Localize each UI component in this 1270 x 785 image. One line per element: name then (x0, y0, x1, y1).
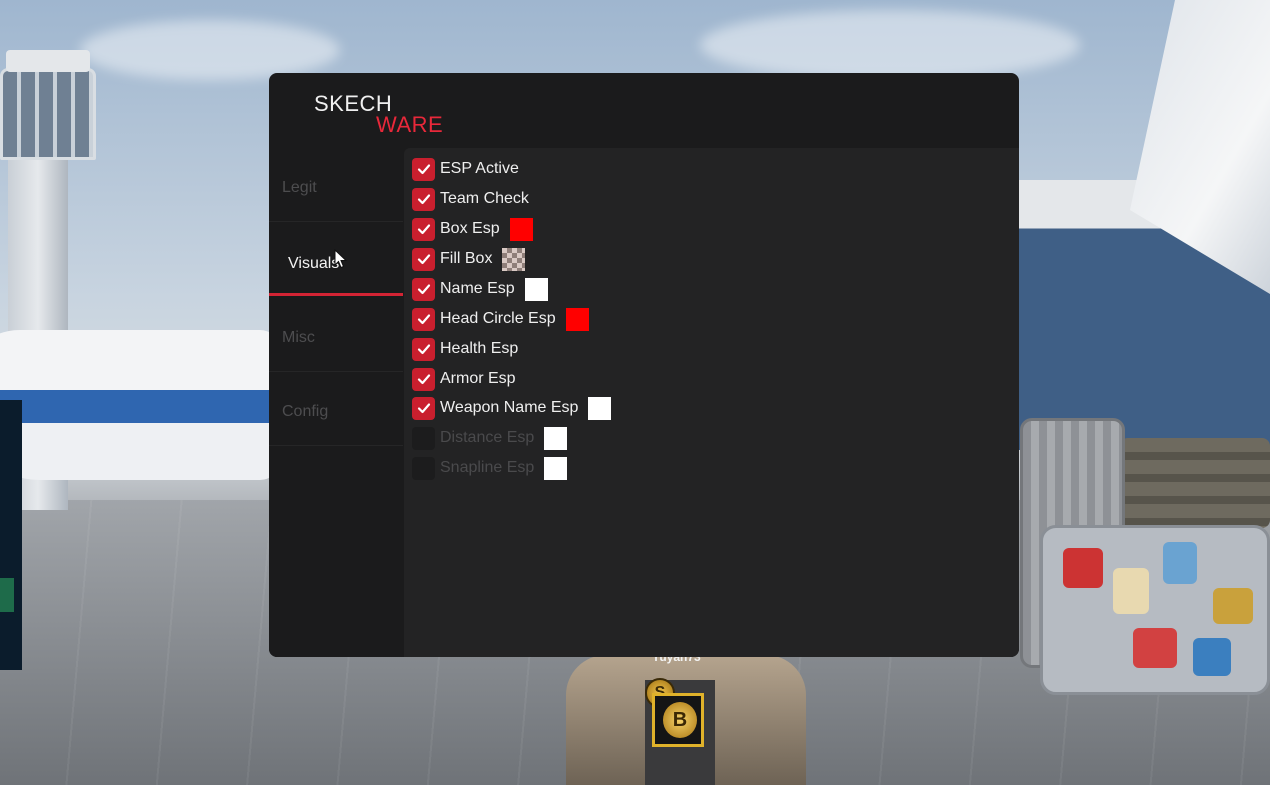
armor-esp-checkbox[interactable] (412, 367, 435, 391)
box-esp-color-swatch[interactable] (509, 217, 533, 241)
option-label: Armor Esp (440, 370, 516, 387)
health-esp-checkbox[interactable] (412, 337, 435, 361)
airplane (0, 330, 280, 480)
sticker (1163, 542, 1197, 584)
option-label: Health Esp (440, 340, 519, 357)
logo-line2: WARE (376, 112, 444, 137)
weapon-name-esp-color-swatch[interactable] (588, 396, 612, 420)
option-label: Snapline Esp (440, 459, 535, 476)
option-label: Distance Esp (440, 429, 535, 446)
name-esp-checkbox[interactable] (412, 277, 435, 301)
option-team-check: Team Check (412, 186, 529, 212)
suitcase (1120, 438, 1270, 528)
tab-legit[interactable]: Legit (269, 148, 403, 222)
bitcoin-card-icon: B (652, 693, 704, 747)
cloud (80, 20, 340, 80)
box-esp-checkbox[interactable] (412, 217, 435, 241)
option-head-circle-esp: Head Circle Esp (412, 306, 589, 332)
check-icon (417, 164, 430, 175)
check-icon (417, 224, 430, 235)
esp-active-checkbox[interactable] (412, 157, 435, 181)
tab-label: Visuals (288, 255, 340, 272)
suitcase-with-stickers (1040, 525, 1270, 695)
hud-left-indicator (0, 578, 14, 612)
name-esp-color-swatch[interactable] (524, 277, 548, 301)
option-esp-active: ESP Active (412, 156, 519, 182)
visuals-panel: ESP Active Team Check Box Esp Fill Box N… (404, 148, 1019, 657)
option-name-esp: Name Esp (412, 276, 548, 302)
head-circle-esp-color-swatch[interactable] (565, 307, 589, 331)
option-armor-esp: Armor Esp (412, 366, 516, 392)
control-tower-roof (6, 50, 90, 72)
fill-box-color-swatch[interactable] (502, 247, 526, 271)
check-icon (417, 403, 430, 414)
option-weapon-name-esp: Weapon Name Esp (412, 395, 612, 421)
sticker (1113, 568, 1149, 614)
weapon-name-esp-checkbox[interactable] (412, 396, 435, 420)
sticker (1213, 588, 1253, 624)
check-icon (417, 284, 430, 295)
tab-config[interactable]: Config (269, 372, 403, 446)
check-icon (417, 194, 430, 205)
tab-misc[interactable]: Misc (269, 298, 403, 372)
cloud (700, 10, 1080, 80)
snapline-esp-color-swatch[interactable] (544, 456, 568, 480)
tab-label: Config (282, 403, 329, 420)
distance-esp-color-swatch[interactable] (544, 426, 568, 450)
option-snapline-esp: Snapline Esp (412, 455, 568, 481)
fill-box-checkbox[interactable] (412, 247, 435, 271)
option-label: Weapon Name Esp (440, 399, 579, 416)
option-fill-box: Fill Box (412, 246, 526, 272)
tab-label: Misc (282, 329, 315, 346)
option-distance-esp: Distance Esp (412, 425, 568, 451)
sticker (1133, 628, 1177, 668)
option-label: Fill Box (440, 250, 493, 267)
check-icon (417, 314, 430, 325)
sidebar: Legit Visuals Misc Config (269, 148, 403, 657)
option-label: Box Esp (440, 220, 500, 237)
distance-esp-checkbox[interactable] (412, 426, 435, 450)
tab-label: Legit (282, 179, 317, 196)
head-circle-esp-checkbox[interactable] (412, 307, 435, 331)
option-label: Name Esp (440, 280, 515, 297)
team-check-checkbox[interactable] (412, 187, 435, 211)
bitcoin-icon: B (663, 702, 697, 738)
option-label: Team Check (440, 190, 529, 207)
menu-window: SKECH WARE Legit Visuals Misc Config ESP… (269, 73, 1019, 657)
hud-left-panel (0, 400, 22, 670)
check-icon (417, 374, 430, 385)
option-health-esp: Health Esp (412, 336, 518, 362)
sticker (1193, 638, 1231, 676)
check-icon (417, 254, 430, 265)
check-icon (417, 344, 430, 355)
sticker (1063, 548, 1103, 588)
control-tower-cab (0, 68, 96, 160)
option-label: ESP Active (440, 160, 519, 177)
option-box-esp: Box Esp (412, 216, 533, 242)
mouse-cursor-icon (334, 249, 348, 269)
option-label: Head Circle Esp (440, 310, 556, 327)
snapline-esp-checkbox[interactable] (412, 456, 435, 480)
